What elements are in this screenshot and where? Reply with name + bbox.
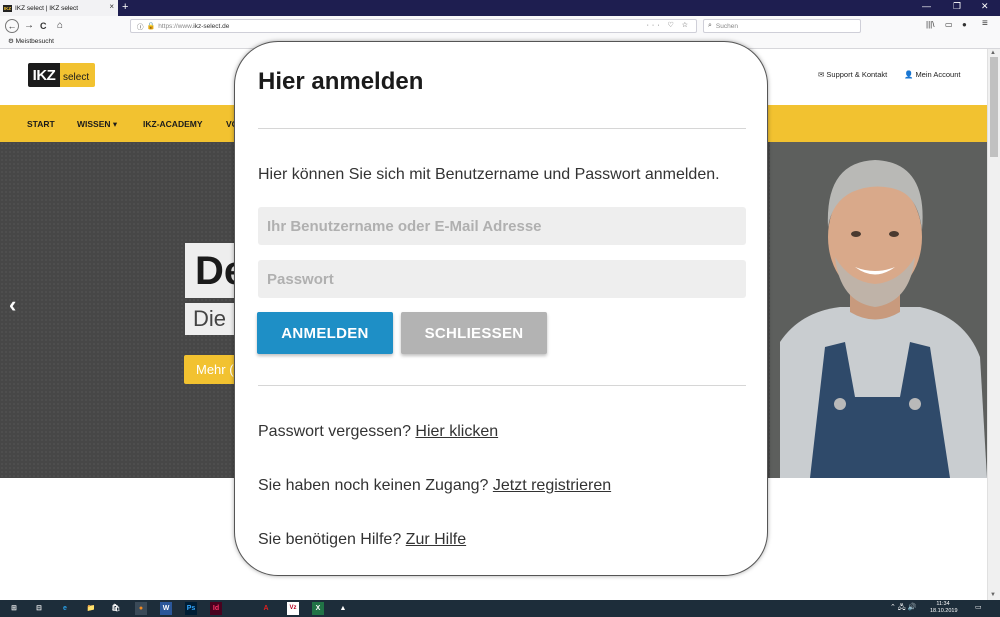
- bookmark-meistbesucht[interactable]: Meistbesucht: [16, 38, 54, 45]
- excel-icon[interactable]: X: [312, 602, 324, 615]
- scroll-up-icon[interactable]: ▲: [990, 50, 996, 56]
- minimize-button[interactable]: —: [922, 1, 931, 11]
- maximize-button[interactable]: ❐: [953, 1, 961, 12]
- browser-search-input[interactable]: ⌕ Suchen: [703, 19, 861, 33]
- acrobat-icon[interactable]: A: [260, 602, 272, 615]
- modal-divider: [258, 128, 746, 129]
- notifications-icon[interactable]: ▭: [975, 603, 982, 611]
- chevron-down-icon: ▾: [112, 119, 118, 129]
- photos-icon[interactable]: ▲: [337, 602, 349, 615]
- gear-icon: ⚙: [8, 38, 14, 45]
- back-button[interactable]: ←: [5, 19, 19, 33]
- help-line: Sie benötigen Hilfe? Zur Hilfe: [258, 531, 466, 549]
- lock-icon: 🔒: [146, 23, 156, 30]
- support-link[interactable]: ✉ Support & Kontakt: [818, 70, 887, 79]
- photoshop-icon[interactable]: Ps: [185, 602, 197, 615]
- scrollbar-thumb[interactable]: [990, 57, 998, 157]
- envelope-icon: ✉: [818, 70, 825, 79]
- ikz-select-logo[interactable]: IKZ select: [28, 63, 95, 87]
- user-icon: 👤: [904, 70, 914, 79]
- register-line: Sie haben noch keinen Zugang? Jetzt regi…: [258, 477, 611, 495]
- store-icon[interactable]: 🛍: [110, 602, 122, 615]
- browser-tab[interactable]: IKZ IKZ select | IKZ select ×: [0, 0, 118, 16]
- search-icon: ⌕: [708, 22, 712, 29]
- tab-title: IKZ select | IKZ select: [15, 4, 79, 12]
- url-host: ikz-select.de: [193, 22, 230, 30]
- login-button[interactable]: ANMELDEN: [257, 312, 393, 354]
- browser-navbar: ← → C ⌂ ⓘ 🔒 https://www. ikz-select.de ·…: [0, 16, 1000, 36]
- firefox-icon[interactable]: ●: [135, 602, 147, 615]
- system-tray-icons[interactable]: ⌃ 🖧 🔊: [890, 603, 916, 614]
- smiling-man-photo: [770, 142, 987, 478]
- help-link[interactable]: Zur Hilfe: [406, 531, 466, 548]
- register-link[interactable]: Jetzt registrieren: [493, 477, 611, 494]
- modal-divider-2: [258, 385, 746, 386]
- hamburger-menu-icon[interactable]: ≡: [982, 18, 988, 29]
- forgot-password-text: Passwort vergessen?: [258, 423, 411, 440]
- login-modal: Hier anmelden Hier können Sie sich mit B…: [234, 41, 768, 576]
- home-button[interactable]: ⌂: [57, 19, 63, 33]
- windows-taskbar: ⊞ ⊟ e 📁 🛍 ● W Ps Id A Vz X ▲ ⌃ 🖧 🔊 11:34…: [0, 600, 1000, 617]
- taskbar-clock[interactable]: 11:34 18.10.2019: [930, 601, 958, 615]
- edge-icon[interactable]: e: [59, 602, 71, 615]
- logo-ikz: IKZ: [28, 63, 60, 87]
- forward-button[interactable]: →: [24, 19, 34, 33]
- clock-time: 11:34: [936, 601, 950, 607]
- nav-ikz-academy[interactable]: IKZ-ACADEMY: [143, 119, 203, 129]
- library-icon[interactable]: |||\: [926, 20, 934, 29]
- forgot-password-link[interactable]: Hier klicken: [415, 423, 498, 440]
- clock-date: 18.10.2019: [930, 608, 958, 614]
- url-scheme: https://www.: [158, 22, 194, 30]
- windows-start-icon[interactable]: ⊞: [8, 602, 20, 615]
- slider-prev-arrow-icon[interactable]: ‹: [9, 292, 16, 318]
- help-text: Sie benötigen Hilfe?: [258, 531, 402, 548]
- nav-wissen[interactable]: WISSEN ▾: [77, 119, 117, 130]
- nav-wissen-label: WISSEN: [77, 119, 111, 129]
- nav-start[interactable]: START: [27, 119, 55, 129]
- new-tab-button[interactable]: +: [122, 1, 128, 13]
- url-bar[interactable]: ⓘ 🔒 https://www. ikz-select.de ··· ♡ ☆: [130, 19, 697, 33]
- username-input[interactable]: [258, 207, 746, 245]
- logo-select: select: [60, 63, 95, 87]
- tab-close-icon[interactable]: ×: [109, 2, 114, 11]
- account-link-label: Mein Account: [915, 70, 961, 79]
- modal-title: Hier anmelden: [258, 68, 424, 95]
- ikz-favicon-icon: IKZ: [3, 4, 12, 12]
- modal-intro-text: Hier können Sie sich mit Benutzername un…: [258, 166, 720, 183]
- close-modal-button[interactable]: SCHLIESSEN: [401, 312, 547, 354]
- password-input[interactable]: [258, 260, 746, 298]
- vz-app-icon[interactable]: Vz: [287, 602, 299, 615]
- page-scrollbar[interactable]: ▲ ▼: [987, 49, 1000, 600]
- register-text: Sie haben noch keinen Zugang?: [258, 477, 489, 494]
- account-icon[interactable]: ●: [962, 20, 967, 29]
- info-icon: ⓘ: [137, 24, 144, 31]
- task-view-icon[interactable]: ⊟: [33, 602, 45, 615]
- forgot-password-line: Passwort vergessen? Hier klicken: [258, 423, 498, 441]
- scroll-down-icon[interactable]: ▼: [990, 592, 996, 598]
- file-explorer-icon[interactable]: 📁: [85, 602, 97, 615]
- word-icon[interactable]: W: [160, 602, 172, 615]
- url-actions[interactable]: ··· ♡ ☆: [647, 20, 691, 32]
- indesign-icon[interactable]: Id: [210, 602, 222, 615]
- search-placeholder: Suchen: [715, 22, 738, 30]
- support-link-label: Support & Kontakt: [826, 70, 888, 79]
- close-window-button[interactable]: ✕: [981, 1, 989, 12]
- sidebar-icon[interactable]: ▭: [945, 20, 953, 29]
- reload-button[interactable]: C: [40, 19, 47, 33]
- account-link[interactable]: 👤 Mein Account: [904, 70, 960, 79]
- browser-tabstrip: IKZ IKZ select | IKZ select × + — ❐ ✕: [0, 0, 1000, 16]
